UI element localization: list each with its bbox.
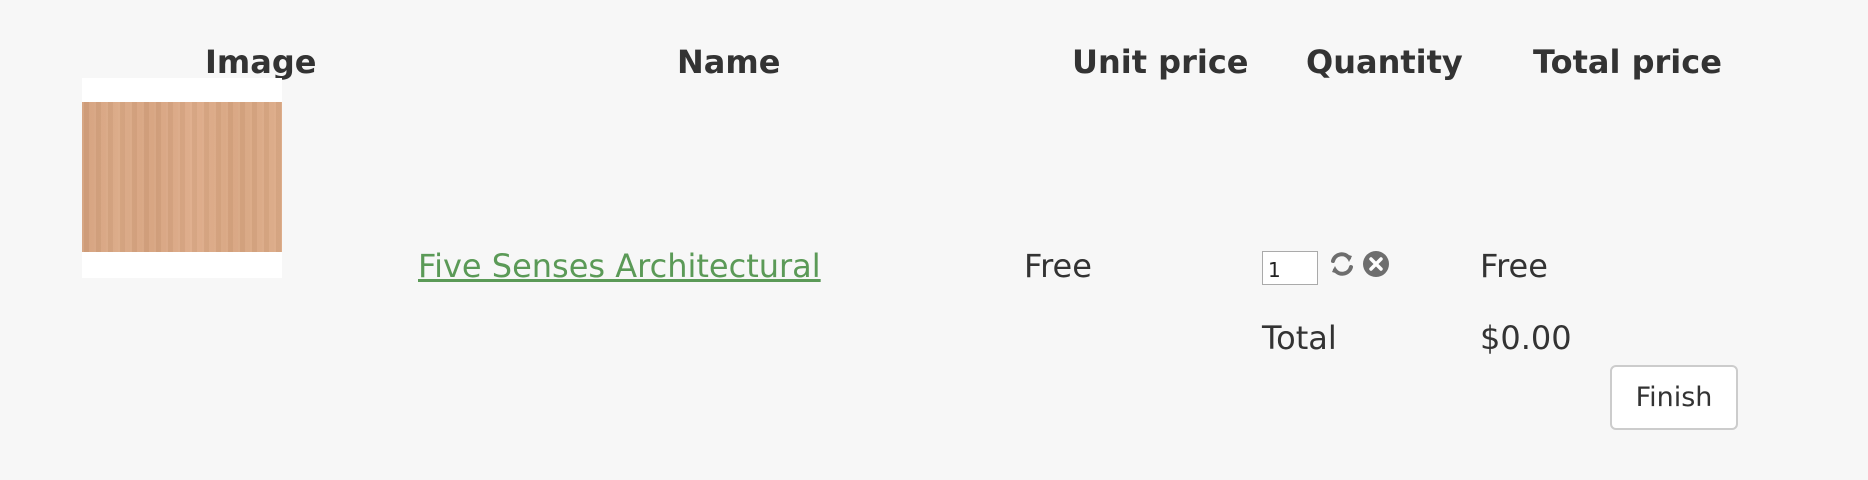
product-name-link[interactable]: Five Senses Architectural: [418, 246, 821, 286]
unit-price-value: Free: [1024, 247, 1092, 285]
column-header-total-price: Total price: [1533, 43, 1722, 81]
cart-total-value: $0.00: [1480, 319, 1572, 357]
column-header-unit-price: Unit price: [1072, 43, 1249, 81]
line-total-value: Free: [1480, 247, 1548, 285]
column-header-image: Image: [205, 43, 317, 81]
cart-total-label: Total: [1262, 319, 1337, 357]
wood-texture-image: [82, 102, 282, 252]
quantity-input[interactable]: [1262, 251, 1318, 285]
column-header-quantity: Quantity: [1306, 43, 1463, 81]
finish-button[interactable]: Finish: [1610, 365, 1738, 430]
refresh-icon[interactable]: [1328, 250, 1356, 278]
product-thumbnail: [82, 78, 282, 278]
cart-page: Image Name Unit price Quantity Total pri…: [0, 0, 1868, 480]
column-header-name: Name: [677, 43, 781, 81]
remove-icon[interactable]: [1362, 250, 1390, 278]
